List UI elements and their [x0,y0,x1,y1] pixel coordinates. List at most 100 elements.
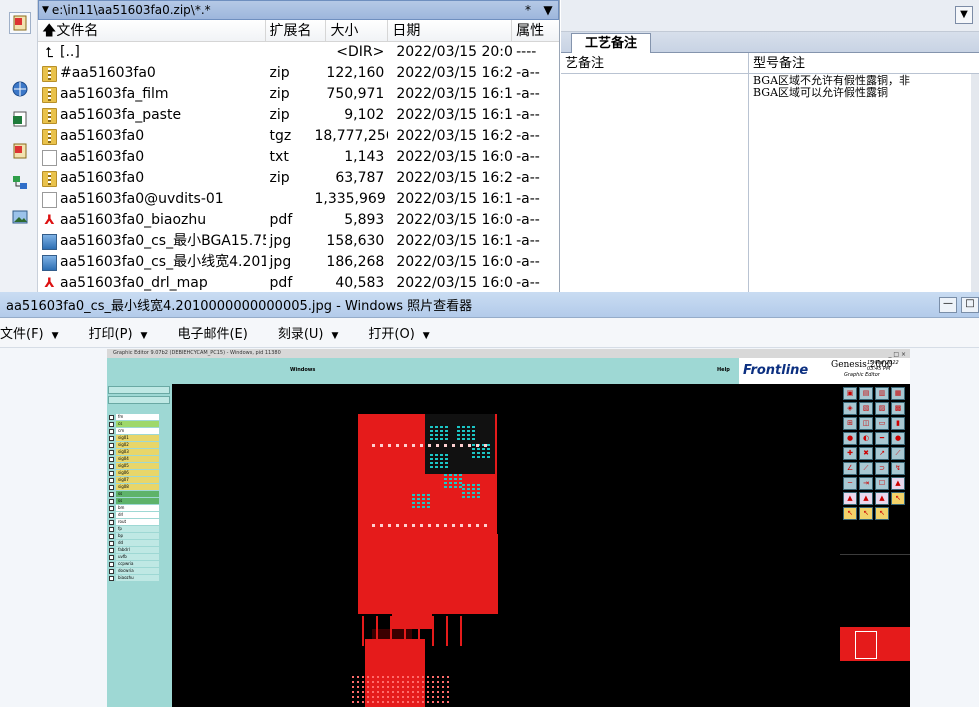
excel-icon[interactable] [9,108,31,130]
checkbox-icon [109,526,114,532]
viewer-title: aa51603fa0_cs_最小线宽4.2010000000000005.jpg… [6,299,473,314]
scrollbar[interactable] [971,74,979,292]
col-process-note[interactable]: 艺备注 [561,53,749,73]
model-note-cell[interactable]: BGA区域不允许有假性露铜，非BGA区域可以允许假性露铜 [749,74,979,292]
menu-burn[interactable]: 刻录(U) ▼ [278,323,339,342]
file-size: 9,102 [344,107,385,123]
menu-print[interactable]: 打印(P) ▼ [89,323,148,342]
file-size: 186,268 [326,254,385,270]
process-note-cell[interactable] [561,74,749,292]
pin [367,696,369,698]
file-ext: zip [269,65,290,81]
overview-highlight [840,627,910,661]
file-row[interactable]: ⅄ aa51603fa0_drl_map pdf 40,583 2022/03/15 1… [38,273,559,292]
ic-pad [430,454,433,456]
maximize-icon[interactable]: □ [961,296,979,313]
file-row[interactable]: aa51603fa_film zip 750,971 2022/03/15 16:17… [38,84,559,105]
column-header: 🡅文件名 扩展名 大小 日期 属性 [38,20,559,42]
layer-name: cm [116,428,159,434]
file-date: 2022/03/15 16:08 [396,275,513,291]
col-ext[interactable]: 扩展名 [266,20,327,41]
col-date[interactable]: 日期 [388,20,513,41]
pin [447,676,449,678]
ic-pad [449,486,452,488]
filter-button[interactable]: * [518,3,538,17]
col-attr[interactable]: 属性 [512,20,559,41]
file-name: aa51603fa0_cs_最小BGA15.75 [60,233,266,249]
file-date: 2022/03/15 16:17 [396,86,513,102]
chevron-down-icon[interactable]: ▼ [955,6,973,24]
ic-pad [417,494,420,496]
displayed-photo[interactable]: Graphic Editor 9.07b2 (DEBIEHCYCAM_PC15)… [107,349,910,707]
trace [418,616,420,646]
file-date: 2022/03/15 16:08 [396,212,513,228]
pin [362,681,364,683]
file-date: 2022/03/15 16:18 [396,233,513,249]
pin [437,681,439,683]
pin [442,681,444,683]
menu-file[interactable]: 文件(F) ▼ [0,323,59,342]
pin [432,681,434,683]
file-row[interactable]: aa51603fa_paste zip 9,102 2022/03/15 16:17-… [38,105,559,126]
pin [432,701,434,703]
menu-open[interactable]: 打开(O) ▼ [368,323,429,342]
pin [447,681,449,683]
ic-pad [430,426,433,428]
tab-process-notes[interactable]: 工艺备注 [571,33,651,53]
layer-name: sig02 [116,442,159,448]
col-size[interactable]: 大小 [326,20,389,41]
layer-item: bm [109,505,159,511]
globe-icon[interactable] [9,78,31,100]
copper-pour [392,604,432,629]
ic-pad [457,434,460,436]
ic-pad [472,484,475,486]
trace [432,616,434,646]
genesis-tool-icon: ⇥ [859,477,873,490]
genesis-tool-icon: ✖ [859,447,873,460]
ic-pad [487,456,490,458]
pin [427,681,429,683]
checkbox-icon [109,477,114,483]
ic-pad [477,488,480,490]
via [484,524,487,527]
file-row[interactable]: aa51603fa0 zip 63,787 2022/03/15 16:22 -a-- [38,168,559,189]
checkbox-icon [109,449,114,455]
pin [402,691,404,693]
file-row[interactable]: #aa51603fa0 zip 122,160 2022/03/15 16:22 -a-… [38,63,559,84]
zip-archive-icon[interactable] [9,12,31,34]
pin [412,691,414,693]
via [388,524,391,527]
file-row[interactable]: ⮤ [..] <DIR> 2022/03/15 20:00 ---- [38,42,559,63]
pin [352,696,354,698]
file-row[interactable]: ⅄ aa51603fa0_biaozhu pdf 5,893 2022/03/15 16… [38,210,559,231]
layer-item: dd [109,540,159,546]
trace [390,616,392,646]
file-row[interactable]: aa51603fa0_cs_最小线宽4.201.. jpg 186,268 2022/… [38,252,559,273]
col-name[interactable]: 🡅文件名 [38,20,266,41]
network-icon[interactable] [9,172,31,194]
file-attr: -a-- [516,254,540,270]
zip-archive-icon[interactable] [9,140,31,162]
pin [372,676,374,678]
pin [417,691,419,693]
ic-pad [444,482,447,484]
genesis-title: Graphic Editor 9.07b2 (DEBIEHCYCAM_PC15)… [113,350,281,356]
file-row[interactable]: aa51603fa0@uvdits-01 1,335,969 2022/03/15 … [38,189,559,210]
menu-email[interactable]: 电子邮件(E) [177,323,247,342]
ic-pad [422,502,425,504]
file-row[interactable]: aa51603fa0_cs_最小BGA15.75 jpg 158,630 2022/0… [38,231,559,252]
minimize-icon[interactable]: — [939,296,957,313]
chevron-down-icon[interactable]: ▼ [42,5,49,15]
pin [442,701,444,703]
file-row[interactable]: aa51603fa0 txt 1,143 2022/03/15 16:08 -a-- [38,147,559,168]
chevron-down-icon[interactable]: ▼ [538,3,558,17]
path-bar[interactable]: ▼ e:\in11\aa51603fa0.zip\*.* * ▼ [38,0,559,20]
checkbox-icon [109,505,114,511]
genesis-tool-icon: ↖ [891,492,905,505]
image-icon[interactable] [9,206,31,228]
col-model-note[interactable]: 型号备注 [749,53,979,73]
file-attr: -a-- [516,233,540,249]
checkbox-icon [109,498,114,504]
file-row[interactable]: aa51603fa0 tgz 18,777,256 2022/03/15 16:20-… [38,126,559,147]
pin [392,686,394,688]
